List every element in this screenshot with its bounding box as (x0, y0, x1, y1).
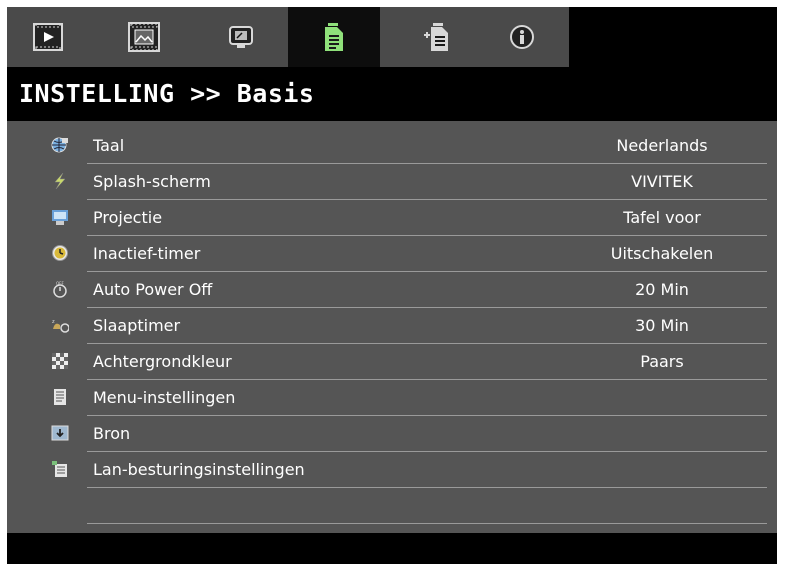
osd-menu: INSTELLING >> Basis Taal Nederlands Splash… (7, 7, 777, 564)
picture-icon (33, 23, 63, 51)
menu-item-achtergrondkleur[interactable]: Achtergrondkleur Paars (7, 344, 777, 380)
checker-icon (51, 352, 69, 370)
menu-item-menu-instellingen[interactable]: Menu-instellingen (7, 380, 777, 416)
menu-item-value: Tafel voor (623, 208, 701, 227)
menu-item-label: Bron (93, 424, 131, 443)
menu-item-value: Uitschakelen (610, 244, 714, 263)
menu-item-splash-scherm[interactable]: Splash-scherm VIVITEK (7, 164, 777, 200)
menu-item-taal[interactable]: Taal Nederlands (7, 128, 777, 164)
tab-settings-advanced[interactable] (405, 7, 467, 67)
tab-display[interactable] (210, 7, 272, 67)
menu-item-label: Lan-besturingsinstellingen (93, 460, 305, 479)
power-off-timer-icon: OFF (51, 280, 69, 298)
projector-icon (51, 208, 69, 226)
menu-item-label: Achtergrondkleur (93, 352, 232, 371)
menu-item-auto-power-off[interactable]: OFF Auto Power Off 20 Min (7, 272, 777, 308)
tab-settings-basic[interactable] (288, 7, 380, 67)
menu-item-label: Splash-scherm (93, 172, 211, 191)
row-divider (87, 523, 767, 524)
menu-item-value: Nederlands (616, 136, 708, 155)
tab-info[interactable] (491, 7, 553, 67)
sleep-timer-icon: z (51, 316, 70, 334)
source-icon (51, 424, 69, 442)
title-bar: INSTELLING >> Basis (7, 67, 777, 121)
display-icon (229, 26, 253, 48)
menu-item-inactief-timer[interactable]: Inactief-timer Uitschakelen (7, 236, 777, 272)
menu-item-label: Slaaptimer (93, 316, 181, 335)
menu-item-bron[interactable]: Bron (7, 416, 777, 452)
menu-list: Taal Nederlands Splash-scherm VIVITEK Projec… (7, 121, 777, 533)
globe-icon (51, 136, 69, 154)
menu-item-label: Menu-instellingen (93, 388, 236, 407)
document-options-icon (424, 23, 448, 51)
tab-picture[interactable] (17, 7, 79, 67)
menu-item-value: VIVITEK (631, 172, 693, 191)
bottom-bar (7, 533, 777, 564)
menu-item-value: Paars (640, 352, 684, 371)
menu-item-label: Inactief-timer (93, 244, 201, 263)
tab-bar (7, 7, 569, 67)
document-settings-icon (325, 23, 343, 51)
clock-icon (51, 244, 69, 262)
info-icon (510, 25, 534, 49)
tab-film[interactable] (113, 7, 175, 67)
film-icon (128, 22, 160, 52)
page-title: INSTELLING >> Basis (19, 79, 315, 108)
menu-item-label: Taal (93, 136, 125, 155)
menu-doc-icon (51, 388, 69, 406)
menu-item-slaaptimer[interactable]: z Slaaptimer 30 Min (7, 308, 777, 344)
menu-item-empty (7, 488, 777, 524)
menu-item-value: 20 Min (635, 280, 689, 299)
menu-item-label: Auto Power Off (93, 280, 213, 299)
menu-item-value: 30 Min (635, 316, 689, 335)
lightning-icon (51, 172, 69, 190)
menu-item-lan-besturingsinstellingen[interactable]: Lan-besturingsinstellingen (7, 452, 777, 488)
menu-item-label: Projectie (93, 208, 163, 227)
menu-item-projectie[interactable]: Projectie Tafel voor (7, 200, 777, 236)
lan-settings-icon (51, 460, 69, 478)
svg-text:z: z (52, 319, 55, 325)
